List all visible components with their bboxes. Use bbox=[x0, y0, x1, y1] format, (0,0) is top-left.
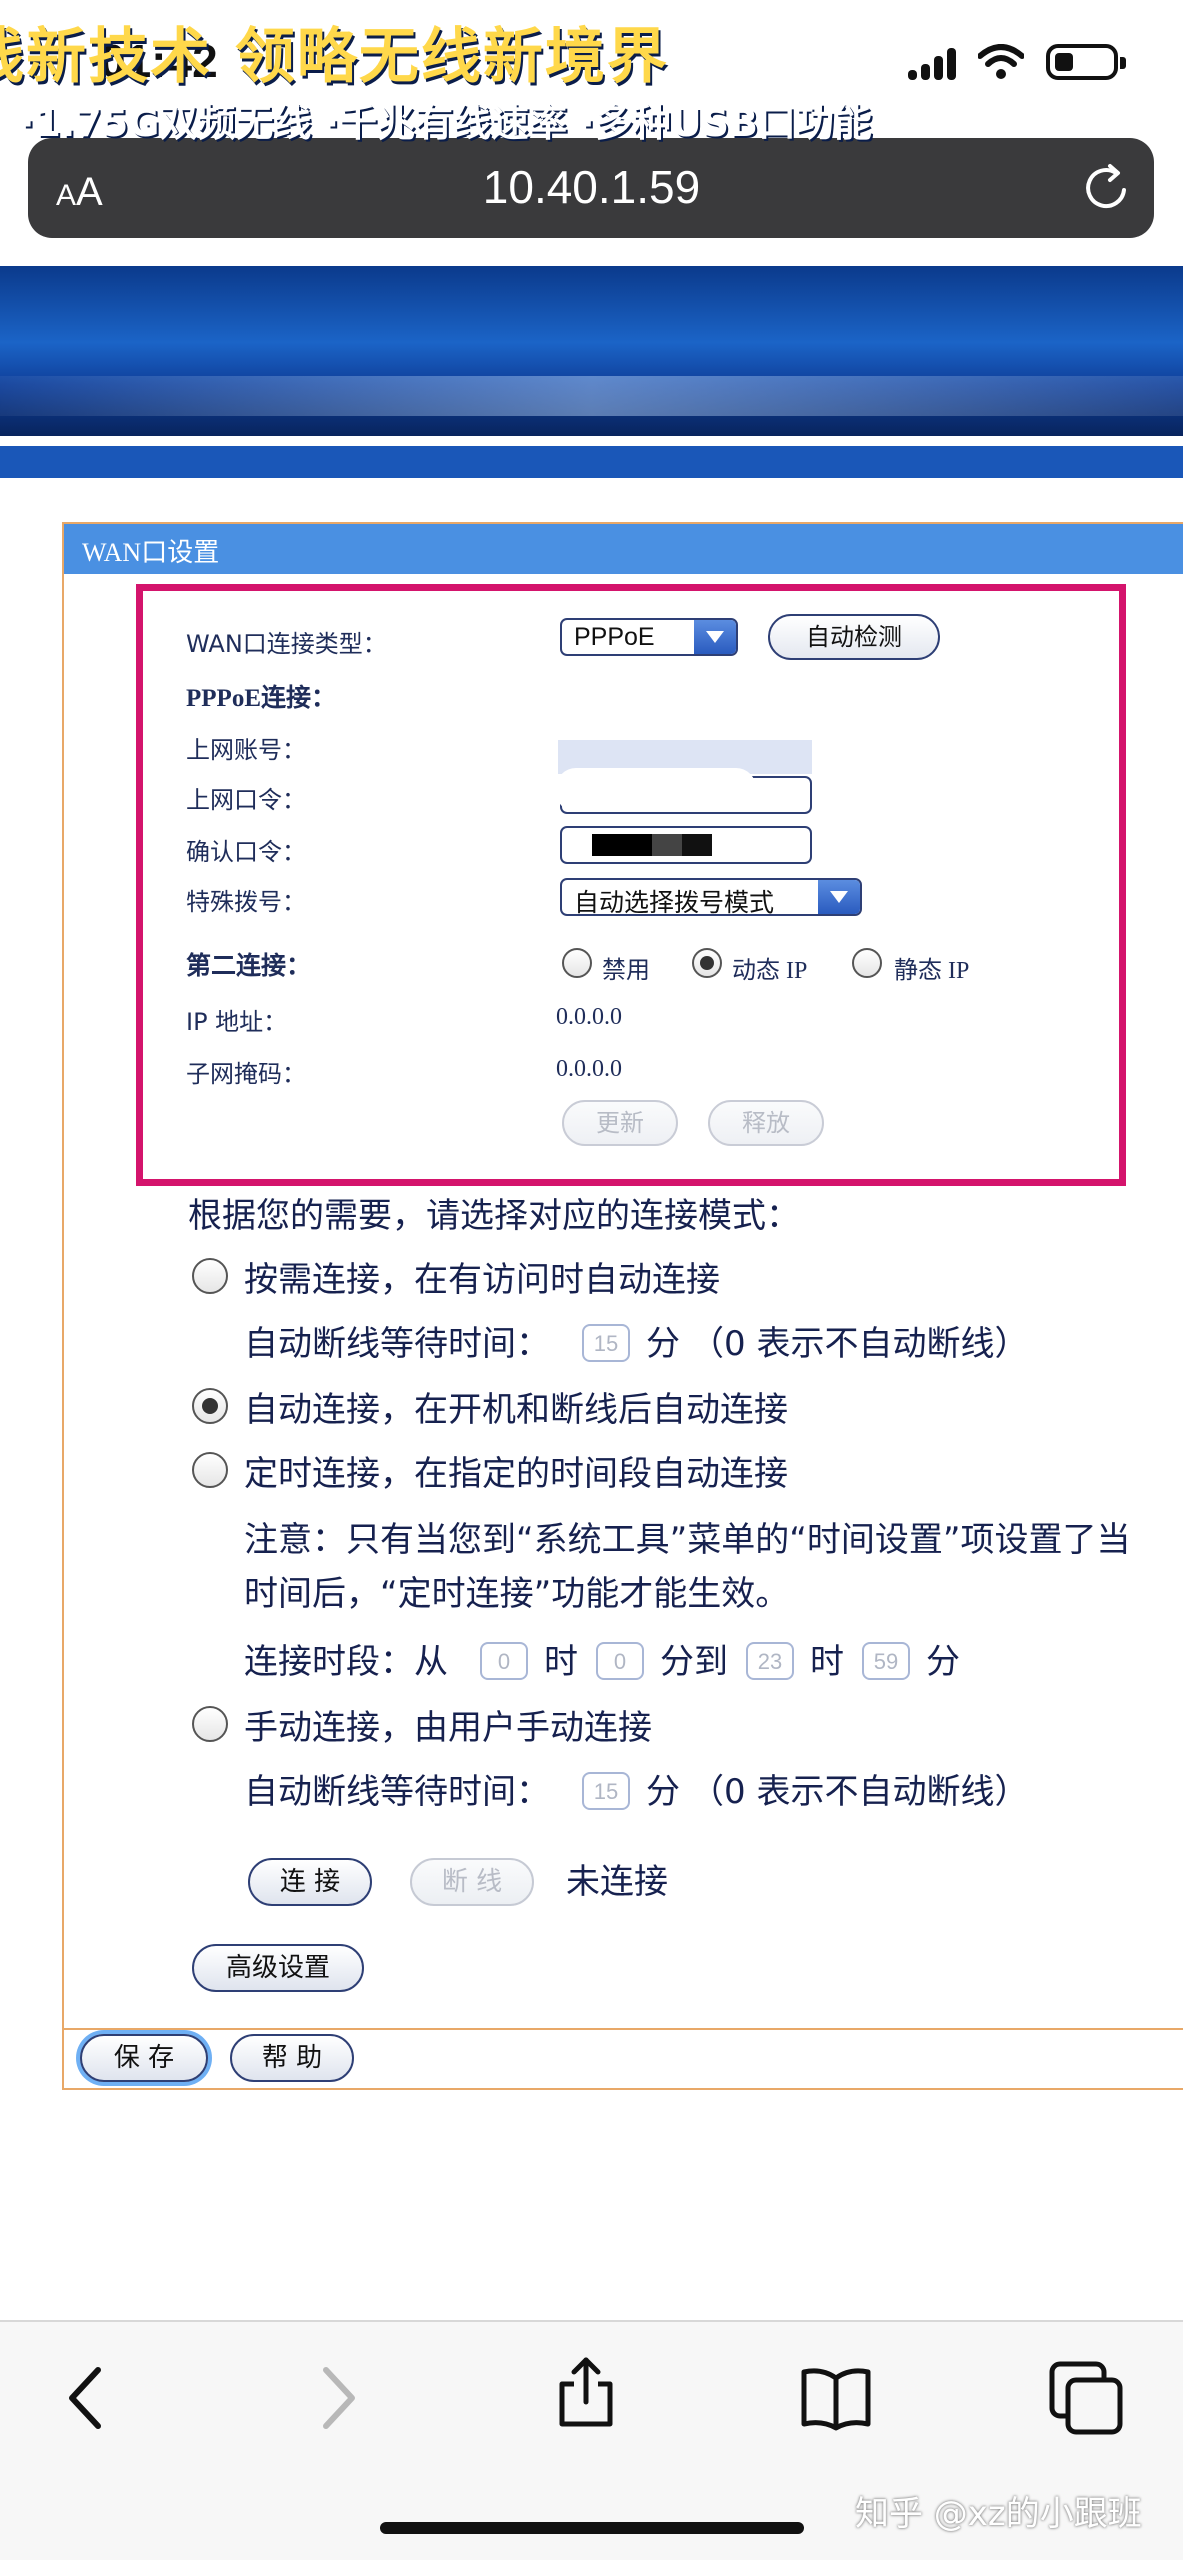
special-dial-label: 特殊拨号： bbox=[186, 888, 306, 916]
hour-unit: 时 bbox=[544, 1642, 578, 1682]
account-label: 上网账号： bbox=[186, 736, 306, 764]
min-unit: 分 bbox=[926, 1642, 960, 1682]
panel-title: WAN口设置 bbox=[82, 538, 220, 567]
mask-label: 子网掩码： bbox=[186, 1060, 306, 1088]
help-button[interactable]: 帮 助 bbox=[230, 2034, 354, 2082]
radio-static-ip[interactable] bbox=[852, 948, 882, 978]
release-button[interactable]: 释放 bbox=[708, 1100, 824, 1146]
idle-wait-unit-2: 分 bbox=[646, 1772, 680, 1812]
chevron-down-icon bbox=[818, 880, 860, 914]
chevron-down-icon bbox=[694, 620, 736, 654]
to-min-field[interactable]: 59 bbox=[862, 1642, 910, 1680]
ip-label: IP 地址： bbox=[186, 1008, 288, 1036]
timed-label: 定时连接，在指定的时间段自动连接 bbox=[244, 1454, 788, 1494]
note-line-1: 注意：只有当您到“系统工具”菜单的“时间设置”项设置了当 bbox=[244, 1520, 1131, 1560]
idle-wait-label-2: 自动断线等待时间： bbox=[244, 1772, 550, 1812]
share-icon[interactable] bbox=[546, 2352, 626, 2432]
manual-label: 手动连接，由用户手动连接 bbox=[244, 1708, 652, 1748]
ip-value: 0.0.0.0 bbox=[556, 1004, 622, 1030]
idle-wait-note-2: （0 表示不自动断线） bbox=[690, 1772, 1029, 1812]
save-button[interactable]: 保 存 bbox=[80, 2034, 208, 2082]
radio-dynamic-ip[interactable] bbox=[692, 948, 722, 978]
radio-disable[interactable] bbox=[562, 948, 592, 978]
connection-status: 未连接 bbox=[566, 1862, 668, 1902]
wan-type-label: WAN口连接类型： bbox=[186, 630, 387, 658]
connect-button[interactable]: 连 接 bbox=[248, 1858, 372, 1906]
radio-disable-label: 禁用 bbox=[602, 956, 650, 984]
cellular-signal-icon bbox=[908, 48, 960, 82]
mode-intro: 根据您的需要，请选择对应的连接模式： bbox=[188, 1196, 800, 1236]
watermark-text: 知乎 @xz的小跟班 bbox=[855, 2494, 1142, 2534]
pppoe-heading: PPPoE连接： bbox=[186, 685, 336, 712]
idle-wait-unit: 分 bbox=[646, 1324, 680, 1364]
on-demand-label: 按需连接，在有访问时自动连接 bbox=[244, 1260, 720, 1300]
radio-auto[interactable] bbox=[192, 1388, 228, 1424]
home-indicator bbox=[380, 2522, 804, 2534]
to-label: 分到 bbox=[660, 1642, 728, 1682]
to-hour-field[interactable]: 23 bbox=[746, 1642, 794, 1680]
radio-on-demand[interactable] bbox=[192, 1258, 228, 1294]
auto-detect-button[interactable]: 自动检测 bbox=[768, 614, 940, 660]
redaction-mark bbox=[652, 834, 682, 856]
nav-strip bbox=[0, 446, 1183, 478]
radio-dynamic-ip-label: 动态 IP bbox=[732, 958, 808, 984]
hour-unit-2: 时 bbox=[810, 1642, 844, 1682]
idle-wait-field[interactable]: 15 bbox=[582, 1324, 630, 1362]
radio-static-ip-label: 静态 IP bbox=[894, 958, 970, 984]
redaction-mark bbox=[682, 834, 712, 856]
tabs-icon[interactable] bbox=[1046, 2358, 1126, 2438]
wan-type-select[interactable]: PPPoE bbox=[560, 618, 738, 656]
idle-wait-field-2[interactable]: 15 bbox=[582, 1772, 630, 1810]
url-text[interactable]: 10.40.1.59 bbox=[0, 160, 1183, 214]
disconnect-button[interactable]: 断 线 bbox=[410, 1858, 534, 1906]
panel-header bbox=[64, 524, 1183, 574]
battery-icon bbox=[1046, 44, 1126, 80]
auto-label: 自动连接，在开机和断线后自动连接 bbox=[244, 1390, 788, 1430]
idle-wait-note: （0 表示不自动断线） bbox=[690, 1324, 1029, 1364]
banner-features: ·1.75G双频无线 ·千兆有线速率 ·多种USB口功能 bbox=[20, 101, 872, 145]
router-banner bbox=[0, 266, 1183, 436]
redaction-patch bbox=[556, 768, 756, 812]
second-conn-label: 第二连接： bbox=[186, 953, 312, 980]
password-label: 上网口令： bbox=[186, 786, 306, 814]
confirm-password-field[interactable] bbox=[560, 826, 812, 864]
reload-icon[interactable] bbox=[1080, 160, 1136, 216]
redaction-mark bbox=[592, 834, 652, 856]
radio-manual[interactable] bbox=[192, 1706, 228, 1742]
advanced-settings-button[interactable]: 高级设置 bbox=[192, 1944, 364, 1992]
special-dial-select[interactable]: 自动选择拨号模式 bbox=[560, 878, 862, 916]
confirm-password-label: 确认口令： bbox=[186, 838, 306, 866]
radio-timed[interactable] bbox=[192, 1452, 228, 1488]
from-hour-field[interactable]: 0 bbox=[480, 1642, 528, 1680]
bookmarks-icon[interactable] bbox=[796, 2358, 876, 2438]
back-icon[interactable] bbox=[48, 2358, 128, 2438]
from-min-field[interactable]: 0 bbox=[596, 1642, 644, 1680]
banner-slogan: 线新技术 领略无线新境界 bbox=[0, 22, 669, 92]
wifi-icon bbox=[978, 44, 1024, 79]
forward-icon[interactable] bbox=[296, 2358, 376, 2438]
idle-wait-label: 自动断线等待时间： bbox=[244, 1324, 550, 1364]
mask-value: 0.0.0.0 bbox=[556, 1056, 622, 1082]
footer-divider bbox=[64, 2028, 1183, 2030]
note-line-2: 时间后，“定时连接”功能才能生效。 bbox=[244, 1574, 790, 1614]
renew-button[interactable]: 更新 bbox=[562, 1100, 678, 1146]
period-label: 连接时段：从 bbox=[244, 1642, 448, 1682]
